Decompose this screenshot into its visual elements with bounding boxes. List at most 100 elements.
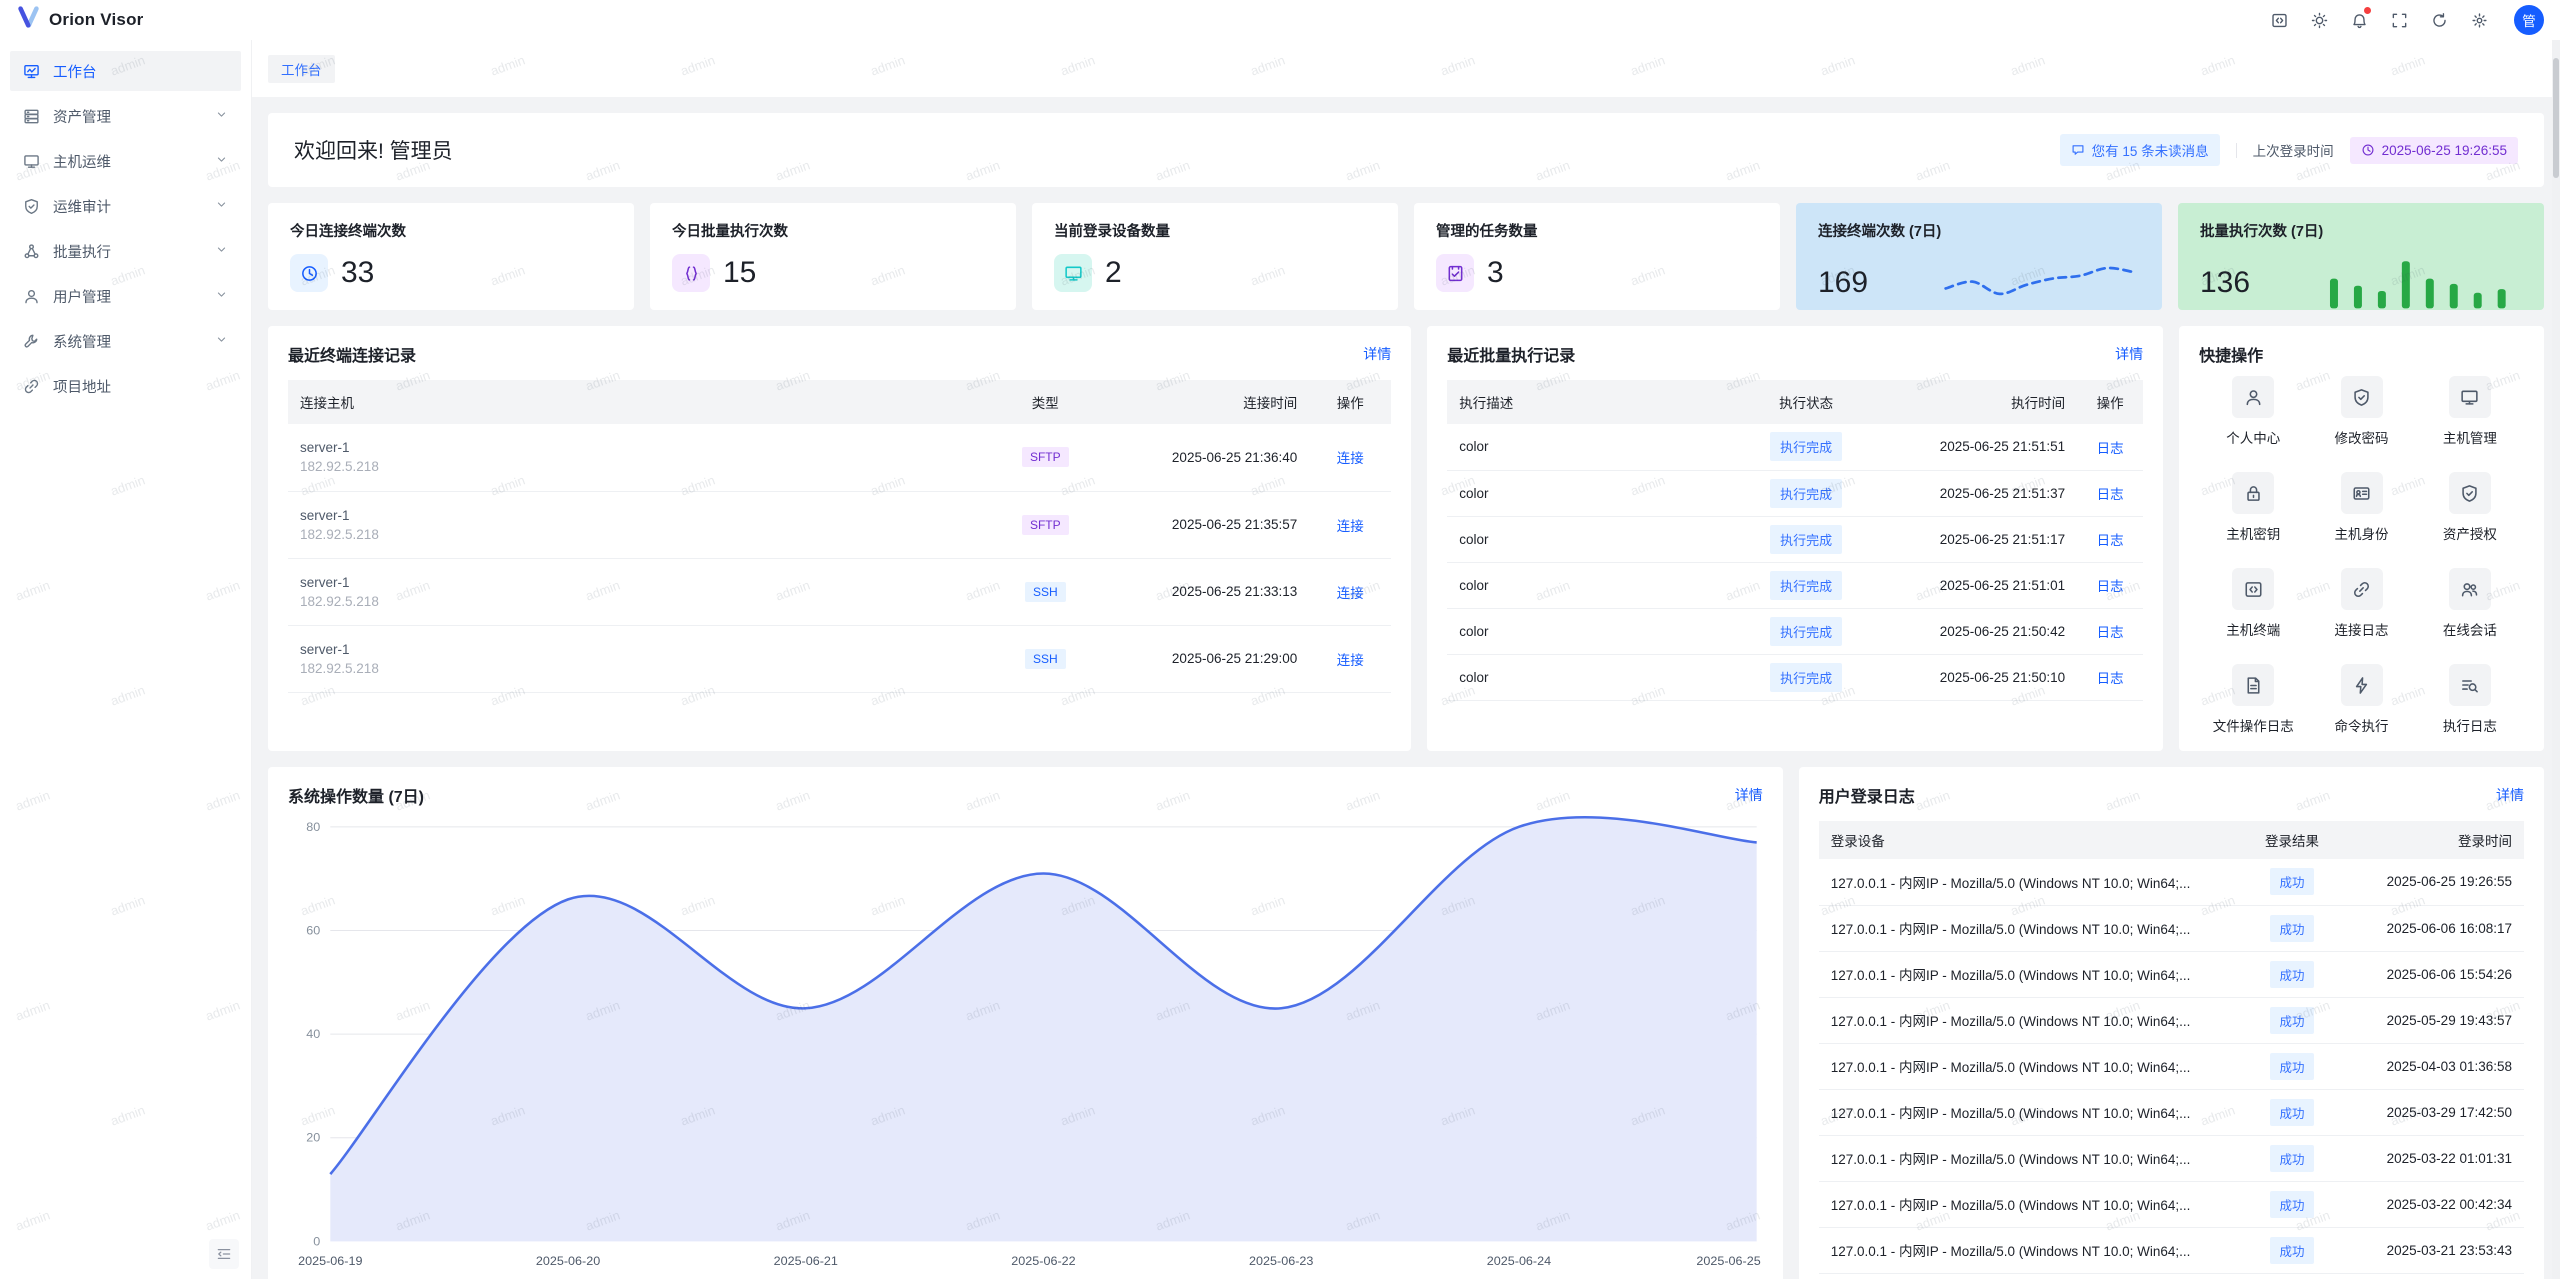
svg-text:2025-06-22: 2025-06-22 xyxy=(1011,1254,1075,1268)
stat-title: 今日连接终端次数 xyxy=(290,220,612,241)
stat-icon-badge xyxy=(672,254,710,292)
quick-action-users[interactable]: 在线会话 xyxy=(2416,568,2524,639)
log-link[interactable]: 日志 xyxy=(2097,441,2124,456)
batch-detail-link[interactable]: 详情 xyxy=(2115,344,2143,364)
quick-action-monitor[interactable]: 主机管理 xyxy=(2416,376,2524,447)
exec-time: 2025-06-25 21:51:17 xyxy=(1872,516,2077,562)
quick-action-tile xyxy=(2449,472,2491,514)
sidebar-item-user[interactable]: 用户管理 xyxy=(10,276,241,316)
app-header: Orion Visor 管 xyxy=(0,0,2560,40)
quick-action-search-list[interactable]: 执行日志 xyxy=(2416,664,2524,735)
exec-description: color xyxy=(1447,654,1740,700)
type-badge: SSH xyxy=(1025,582,1066,602)
monitor-icon xyxy=(23,153,40,170)
breadcrumb-bar: 工作台 xyxy=(252,40,2560,97)
login-result-badge: 成功 xyxy=(2270,1191,2313,1218)
storage-icon xyxy=(23,108,40,125)
shield-check-icon xyxy=(23,198,40,215)
sidebar-item-link[interactable]: 项目地址 xyxy=(10,366,241,406)
sidebar-item-dashboard[interactable]: 工作台 xyxy=(10,51,241,91)
login-result-badge: 成功 xyxy=(2270,868,2313,895)
stat-title: 当前登录设备数量 xyxy=(1054,220,1376,241)
quick-action-tile xyxy=(2232,472,2274,514)
quick-action-tile xyxy=(2341,568,2383,610)
column-header: 登录设备 xyxy=(1819,821,2242,859)
exec-description: color xyxy=(1447,608,1740,654)
terminal-detail-link[interactable]: 详情 xyxy=(1363,344,1391,364)
column-header: 执行状态 xyxy=(1740,380,1872,424)
app-logo[interactable]: Orion Visor xyxy=(16,5,143,35)
host-ip: 182.92.5.218 xyxy=(300,594,987,609)
stat-title: 今日批量执行次数 xyxy=(672,220,994,241)
quick-action-shield-check[interactable]: 资产授权 xyxy=(2416,472,2524,543)
login-result-badge: 成功 xyxy=(2270,1237,2313,1264)
login-time: 2025-03-29 17:42:50 xyxy=(2342,1089,2524,1135)
quick-action-code-square[interactable]: 主机终端 xyxy=(2199,568,2307,639)
login-time: 2025-04-03 01:36:58 xyxy=(2342,1043,2524,1089)
table-row: server-1182.92.5.218 SFTP 2025-06-25 21:… xyxy=(288,424,1391,491)
sidebar-item-label: 批量执行 xyxy=(53,241,111,262)
connect-link[interactable]: 连接 xyxy=(1337,653,1364,668)
unread-messages-chip[interactable]: 您有 15 条未读消息 xyxy=(2060,134,2220,166)
panel-title: 用户登录日志 xyxy=(1819,783,1915,807)
host-name: server-1 xyxy=(300,508,987,523)
quick-action-label: 主机管理 xyxy=(2443,427,2497,447)
connect-link[interactable]: 连接 xyxy=(1337,586,1364,601)
theme-button[interactable] xyxy=(2304,5,2334,35)
stats-row: 今日连接终端次数 33 今日批量执行次数 15 当前登录设备数量 2 管理的任务… xyxy=(268,203,2544,310)
refresh-button[interactable] xyxy=(2424,5,2454,35)
login-detail-link[interactable]: 详情 xyxy=(2496,785,2524,805)
log-link[interactable]: 日志 xyxy=(2097,625,2124,640)
fullscreen-button[interactable] xyxy=(2384,5,2414,35)
sidebar-item-shield-check[interactable]: 运维审计 xyxy=(10,186,241,226)
stat-value: 2 xyxy=(1105,256,1122,290)
scrollbar[interactable] xyxy=(2552,40,2560,1279)
quick-action-label: 主机密钥 xyxy=(2226,523,2280,543)
sidebar-item-storage[interactable]: 资产管理 xyxy=(10,96,241,136)
id-card-icon xyxy=(2352,484,2371,503)
log-link[interactable]: 日志 xyxy=(2097,533,2124,548)
quick-action-tile xyxy=(2449,376,2491,418)
clock-icon xyxy=(2361,143,2375,157)
system-ops-detail-link[interactable]: 详情 xyxy=(1735,785,1763,805)
quick-action-id-card[interactable]: 主机身份 xyxy=(2307,472,2415,543)
login-device: 127.0.0.1 - 内网IP - Mozilla/5.0 (Windows … xyxy=(1819,905,2242,951)
breadcrumb[interactable]: 工作台 xyxy=(268,55,335,83)
log-link[interactable]: 日志 xyxy=(2097,579,2124,594)
login-device: 127.0.0.1 - 内网IP - Mozilla/5.0 (Windows … xyxy=(1819,1181,2242,1227)
login-result-badge: 成功 xyxy=(2270,961,2313,988)
quick-action-lightning[interactable]: 命令执行 xyxy=(2307,664,2415,735)
exec-description: color xyxy=(1447,470,1740,516)
sidebar-item-wrench[interactable]: 系统管理 xyxy=(10,321,241,361)
notifications-button[interactable] xyxy=(2344,5,2374,35)
user-icon xyxy=(2244,388,2263,407)
terminal-table: 连接主机类型连接时间操作 server-1182.92.5.218 SFTP 2… xyxy=(288,380,1391,693)
host-ip: 182.92.5.218 xyxy=(300,661,987,676)
quick-action-file-doc[interactable]: 文件操作日志 xyxy=(2199,664,2307,735)
quick-action-tile xyxy=(2232,568,2274,610)
sidebar-collapse-button[interactable] xyxy=(209,1239,239,1269)
connect-link[interactable]: 连接 xyxy=(1337,519,1364,534)
sidebar-item-label: 用户管理 xyxy=(53,286,111,307)
exec-time: 2025-06-25 21:51:51 xyxy=(1872,424,2077,470)
column-header: 执行时间 xyxy=(1872,380,2077,424)
api-button[interactable] xyxy=(2264,5,2294,35)
quick-action-link[interactable]: 连接日志 xyxy=(2307,568,2415,639)
terminal-records-panel: 最近终端连接记录 详情 连接主机类型连接时间操作 server-1182.92.… xyxy=(268,326,1411,751)
content: 欢迎回来! 管理员 您有 15 条未读消息 上次登录时间 2025-06-25 … xyxy=(252,97,2560,1279)
quick-action-user[interactable]: 个人中心 xyxy=(2199,376,2307,447)
status-badge: 执行完成 xyxy=(1770,571,1842,600)
log-link[interactable]: 日志 xyxy=(2097,671,2124,686)
quick-action-shield-check[interactable]: 修改密码 xyxy=(2307,376,2415,447)
log-link[interactable]: 日志 xyxy=(2097,487,2124,502)
user-avatar[interactable]: 管 xyxy=(2514,5,2544,35)
settings-button[interactable] xyxy=(2464,5,2494,35)
scrollbar-thumb[interactable] xyxy=(2553,58,2559,178)
stat-value: 33 xyxy=(341,256,374,290)
sidebar-item-monitor[interactable]: 主机运维 xyxy=(10,141,241,181)
svg-text:2025-06-19: 2025-06-19 xyxy=(298,1254,362,1268)
connect-link[interactable]: 连接 xyxy=(1337,451,1364,466)
svg-text:80: 80 xyxy=(306,820,320,834)
quick-action-lock[interactable]: 主机密钥 xyxy=(2199,472,2307,543)
sidebar-item-cluster[interactable]: 批量执行 xyxy=(10,231,241,271)
